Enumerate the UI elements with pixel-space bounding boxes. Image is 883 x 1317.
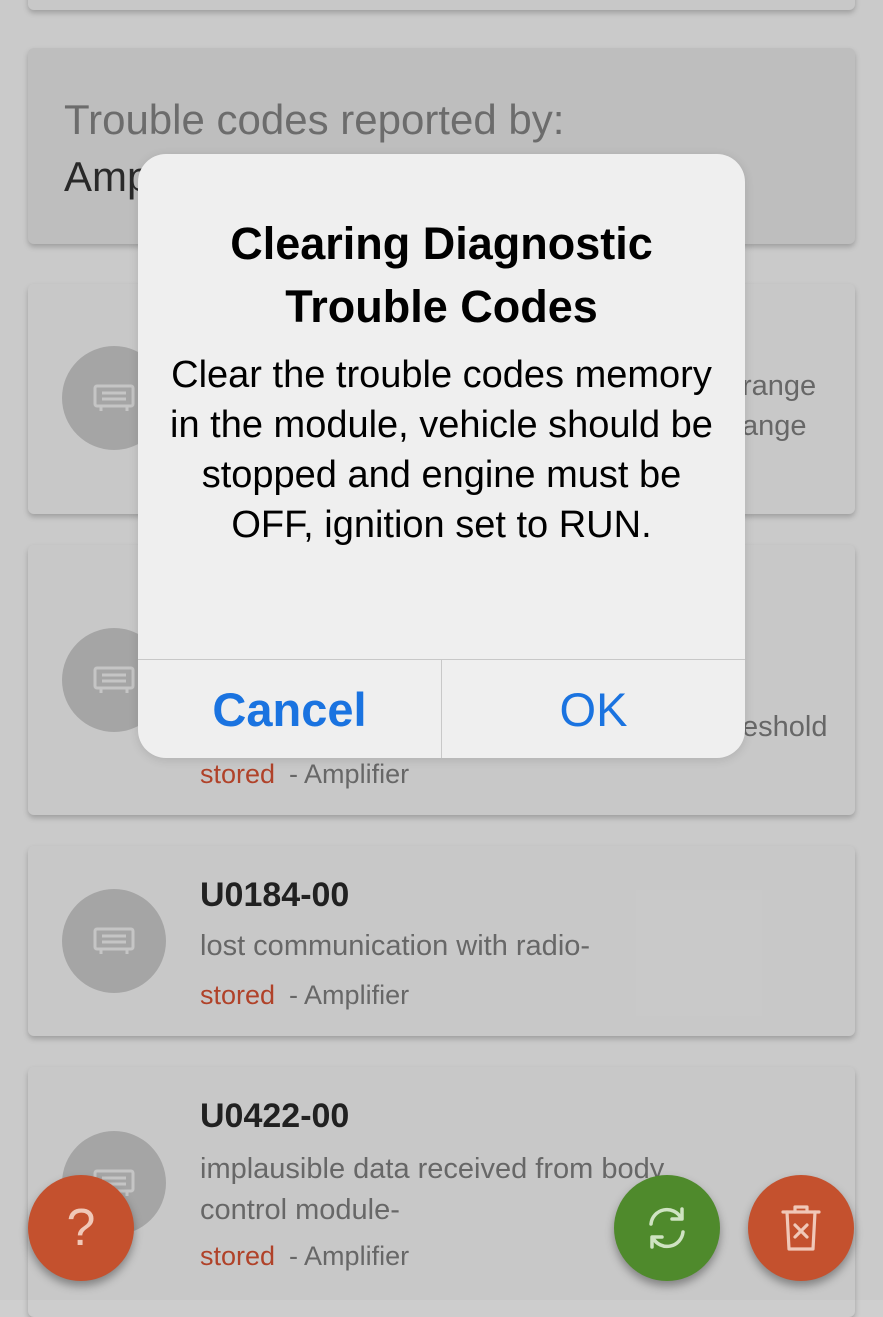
dialog-message: Clear the trouble codes memory in the mo… xyxy=(170,354,713,546)
cancel-button[interactable]: Cancel xyxy=(138,660,442,758)
refresh-button[interactable] xyxy=(614,1175,720,1281)
dialog-button-row: Cancel OK xyxy=(138,659,745,758)
ok-button[interactable]: OK xyxy=(442,660,745,758)
question-mark-icon: ? xyxy=(66,1199,96,1257)
clear-codes-dialog: Clearing Diagnostic Trouble Codes Clear … xyxy=(138,154,745,758)
dialog-title: Clearing Diagnostic Trouble Codes xyxy=(230,218,653,332)
clear-codes-button[interactable] xyxy=(748,1175,854,1281)
trash-icon xyxy=(781,1205,821,1251)
refresh-icon xyxy=(649,1207,685,1249)
help-button[interactable]: ? xyxy=(28,1175,134,1281)
